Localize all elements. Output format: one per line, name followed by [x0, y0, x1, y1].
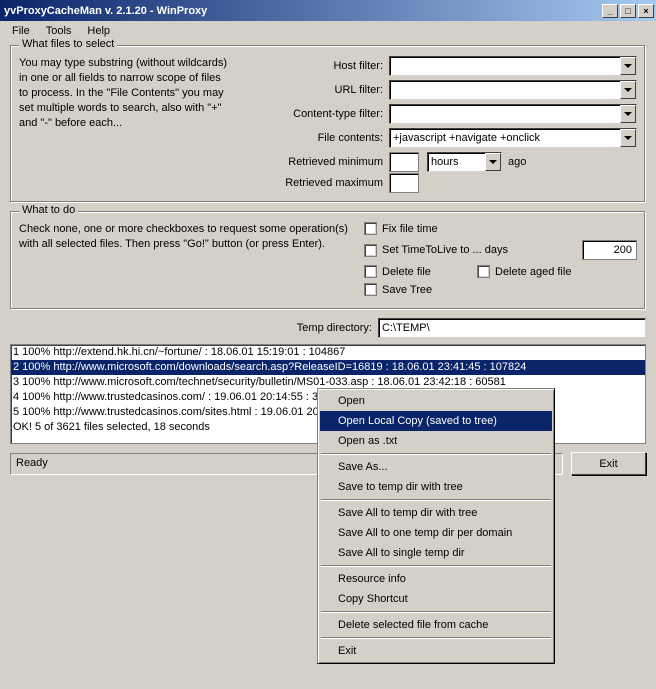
temp-dir-label: Temp directory:	[297, 322, 372, 334]
save-tree-label: Save Tree	[382, 284, 432, 296]
chevron-down-icon[interactable]	[485, 153, 501, 171]
menu-separator	[321, 611, 551, 613]
ctx-resource-info[interactable]: Resource info	[320, 569, 552, 589]
host-filter-combo[interactable]	[389, 56, 637, 76]
menu-separator	[321, 637, 551, 639]
menu-help[interactable]: Help	[79, 23, 118, 39]
save-tree-checkbox[interactable]	[364, 283, 377, 296]
url-filter-combo[interactable]	[389, 80, 637, 100]
chevron-down-icon[interactable]	[620, 105, 636, 123]
list-item-selected[interactable]: 2 100% http://www.microsoft.com/download…	[11, 360, 645, 375]
chevron-down-icon[interactable]	[620, 57, 636, 75]
ctx-save-tree[interactable]: Save to temp dir with tree	[320, 477, 552, 497]
context-menu: Open Open Local Copy (saved to tree) Ope…	[317, 388, 555, 664]
fix-file-time-label: Fix file time	[382, 223, 438, 235]
group-select-legend: What files to select	[19, 38, 117, 50]
ctx-save-as[interactable]: Save As...	[320, 457, 552, 477]
maximize-button[interactable]: □	[620, 4, 636, 18]
exit-button[interactable]: Exit	[571, 452, 646, 475]
ctx-delete-selected[interactable]: Delete selected file from cache	[320, 615, 552, 635]
group-what-to-do: What to do Check none, one or more check…	[10, 211, 646, 310]
url-filter-label: URL filter:	[239, 84, 389, 96]
ctx-open-as-txt[interactable]: Open as .txt	[320, 431, 552, 451]
menu-separator	[321, 453, 551, 455]
temp-dir-input[interactable]	[378, 318, 646, 338]
minimize-button[interactable]: _	[602, 4, 618, 18]
ctx-exit[interactable]: Exit	[320, 641, 552, 661]
delete-file-checkbox[interactable]	[364, 265, 377, 278]
ago-label: ago	[502, 156, 526, 168]
menu-tools[interactable]: Tools	[38, 23, 80, 39]
menu-file[interactable]: File	[4, 23, 38, 39]
ctx-saveall-single[interactable]: Save All to single temp dir	[320, 543, 552, 563]
retmin-label: Retrieved minimum	[239, 156, 389, 168]
ctx-open-local-copy[interactable]: Open Local Copy (saved to tree)	[320, 411, 552, 431]
ctx-saveall-tree[interactable]: Save All to temp dir with tree	[320, 503, 552, 523]
ctype-filter-label: Content-type filter:	[239, 108, 389, 120]
ctype-filter-combo[interactable]	[389, 104, 637, 124]
menu-separator	[321, 565, 551, 567]
retmax-label: Retrieved maximum	[239, 177, 389, 189]
group-todo-legend: What to do	[19, 204, 78, 216]
delete-aged-label: Delete aged file	[495, 266, 571, 278]
retmin-input[interactable]	[389, 152, 419, 172]
ctx-copy-shortcut[interactable]: Copy Shortcut	[320, 589, 552, 609]
chevron-down-icon[interactable]	[620, 81, 636, 99]
ctx-open[interactable]: Open	[320, 391, 552, 411]
group-select-files: What files to select You may type substr…	[10, 45, 646, 203]
ttl-checkbox[interactable]	[364, 244, 377, 257]
select-help-text: You may type substring (without wildcard…	[19, 56, 239, 194]
fc-label: File contents:	[239, 132, 389, 144]
menu-separator	[321, 499, 551, 501]
delete-file-label: Delete file	[382, 266, 477, 278]
list-item[interactable]: 1 100% http://extend.hk.hi.cn/~fortune/ …	[11, 345, 645, 360]
file-contents-combo[interactable]: +javascript +navigate +onclick	[389, 128, 637, 148]
retmax-input[interactable]	[389, 173, 419, 193]
chevron-down-icon[interactable]	[620, 129, 636, 147]
ctx-saveall-domain[interactable]: Save All to one temp dir per domain	[320, 523, 552, 543]
titlebar: yvProxyCacheMan v. 2.1.20 - WinProxy _ □…	[0, 0, 656, 21]
host-filter-label: Host filter:	[239, 60, 389, 72]
close-button[interactable]: ×	[638, 4, 654, 18]
delete-aged-checkbox[interactable]	[477, 265, 490, 278]
fix-file-time-checkbox[interactable]	[364, 222, 377, 235]
ttl-label: Set TimeToLive to ... days	[382, 244, 582, 256]
time-unit-combo[interactable]: hours	[427, 152, 502, 172]
ttl-days-input[interactable]	[582, 240, 637, 260]
titlebar-title: yvProxyCacheMan v. 2.1.20 - WinProxy	[4, 5, 207, 17]
todo-help-text: Check none, one or more checkboxes to re…	[19, 222, 364, 301]
